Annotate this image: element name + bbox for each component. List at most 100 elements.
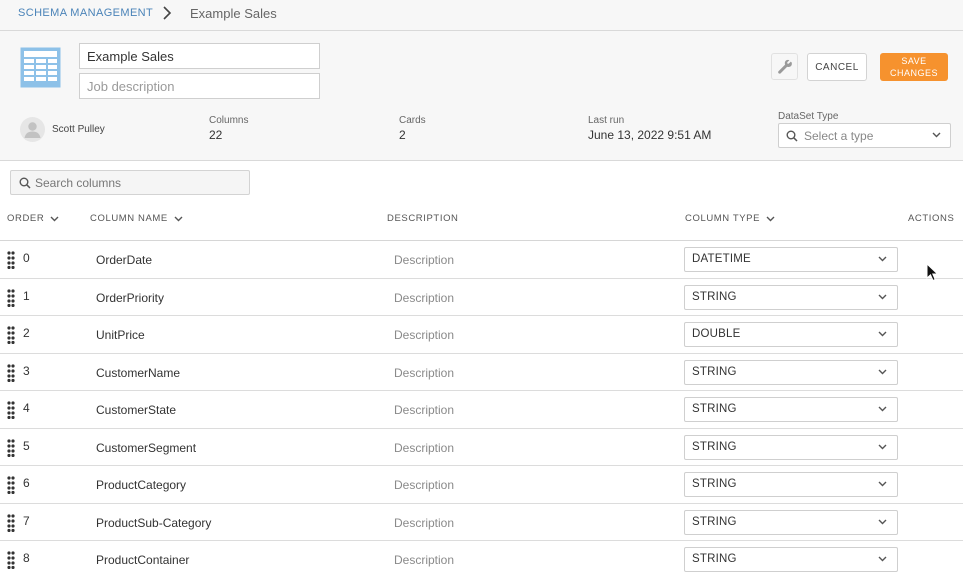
row-order: 6 [23,476,30,490]
row-column-name[interactable]: ProductSub-Category [96,516,211,530]
search-icon [19,177,31,189]
chevron-down-icon [878,481,887,487]
row-order: 5 [23,438,30,453]
row-description[interactable]: Description [394,478,454,492]
row-order: 7 [23,513,30,528]
cards-label: Cards [399,115,426,126]
row-order: 2 [23,326,30,340]
table-icon [20,47,61,88]
order-header-label: ORDER [7,213,45,224]
row-description[interactable]: Description [394,516,454,530]
drag-handle-icon[interactable] [7,551,15,569]
chevron-down-icon [878,406,887,412]
drag-handle-icon[interactable] [7,251,15,269]
column-type-select[interactable]: STRING [684,284,898,310]
table-row: 2 UnitPrice Description DOUBLE [0,316,963,354]
drag-handle-icon[interactable] [7,326,15,344]
column-type-select[interactable]: DATETIME [684,247,898,272]
table-row: 5 CustomerSegment Description STRING [0,429,963,466]
row-column-name[interactable]: CustomerSegment [96,441,196,455]
order-column-header[interactable]: ORDER [7,213,59,224]
chevron-down-icon [932,132,941,138]
chevron-down-icon [878,556,887,562]
row-order: 4 [23,401,30,415]
table-row: 7 ProductSub-Category Description STRING [0,504,963,541]
dataset-type-label: DataSet Type [778,111,839,122]
row-column-name[interactable]: OrderDate [96,253,152,267]
chevron-down-icon [174,216,183,221]
row-column-name[interactable]: CustomerName [96,366,180,380]
search-icon [786,130,798,142]
column-type-value: STRING [692,478,737,490]
column-type-value: STRING [692,365,737,378]
row-description[interactable]: Description [394,253,454,267]
row-order: 0 [23,251,30,265]
column-type-header-label: COLUMN TYPE [685,213,761,224]
column-name-header-label: COLUMN NAME [90,213,168,224]
row-column-name[interactable]: OrderPriority [96,291,164,305]
chevron-right-icon [163,6,172,20]
column-type-select[interactable]: STRING [684,472,898,497]
row-description[interactable]: Description [394,441,454,455]
columns-count: 22 [209,128,223,142]
table-row: 4 CustomerState Description STRING [0,391,963,429]
column-type-select[interactable]: STRING [684,547,898,572]
column-type-select[interactable]: STRING [684,434,898,460]
row-description[interactable]: Description [394,328,454,342]
description-header: DESCRIPTION [387,213,459,224]
dataset-header: CANCEL SAVE CHANGES Scott Pulley Columns… [0,31,963,161]
column-type-select[interactable]: STRING [684,397,898,422]
drag-handle-icon[interactable] [7,513,15,532]
save-changes-button[interactable]: SAVE CHANGES [880,53,948,81]
drag-handle-icon[interactable] [7,401,15,419]
drag-handle-icon[interactable] [7,363,15,382]
table-row: 3 CustomerName Description STRING [0,354,963,391]
chevron-down-icon [878,294,887,299]
avatar[interactable] [20,117,45,142]
column-type-value: STRING [692,553,737,565]
settings-wrench-button[interactable] [771,53,798,80]
table-row: 8 ProductContainer Description STRING [0,541,963,577]
schema-table-body: 0 OrderDate Description DATETIME 1 OrderPrior… [0,241,963,577]
search-columns-input[interactable] [35,171,245,194]
row-description[interactable]: Description [394,553,454,567]
dataset-type-select[interactable]: Select a type [778,123,951,148]
row-column-name[interactable]: ProductContainer [96,553,189,567]
column-type-select[interactable]: DOUBLE [684,322,898,347]
columns-label: Columns [209,115,249,126]
last-run-value: June 13, 2022 9:51 AM [588,128,712,142]
search-columns-field[interactable] [10,170,250,195]
job-description-input[interactable] [79,73,320,99]
cancel-button[interactable]: CANCEL [807,53,867,81]
owner-name: Scott Pulley [52,124,105,135]
chevron-down-icon [766,216,775,221]
row-description[interactable]: Description [394,291,454,305]
actions-header: ACTIONS [908,213,954,224]
description-header-label: DESCRIPTION [387,213,459,224]
wrench-icon [777,59,792,74]
column-type-value: STRING [692,440,737,453]
row-order: 1 [23,288,30,303]
breadcrumb-schema-management-link[interactable]: SCHEMA MANAGEMENT [18,7,153,19]
drag-handle-icon[interactable] [7,476,15,494]
table-row: 1 OrderPriority Description STRING [0,279,963,316]
breadcrumb-current: Example Sales [190,6,277,21]
row-description[interactable]: Description [394,403,454,417]
column-type-select[interactable]: STRING [684,509,898,535]
column-name-header[interactable]: COLUMN NAME [90,213,183,224]
chevron-down-icon [878,444,887,449]
row-description[interactable]: Description [394,366,454,380]
column-type-value: DATETIME [692,253,751,265]
column-type-header[interactable]: COLUMN TYPE [685,213,775,224]
column-type-select[interactable]: STRING [684,359,898,385]
row-column-name[interactable]: UnitPrice [96,328,145,342]
table-row: 6 ProductCategory Description STRING [0,466,963,504]
table-row: 0 OrderDate Description DATETIME [0,241,963,279]
dataset-name-input[interactable] [79,43,320,69]
row-column-name[interactable]: ProductCategory [96,478,186,492]
chevron-down-icon [50,216,59,221]
breadcrumb: SCHEMA MANAGEMENT Example Sales [0,0,963,31]
drag-handle-icon[interactable] [7,438,15,457]
row-column-name[interactable]: CustomerState [96,403,176,417]
drag-handle-icon[interactable] [7,288,15,307]
